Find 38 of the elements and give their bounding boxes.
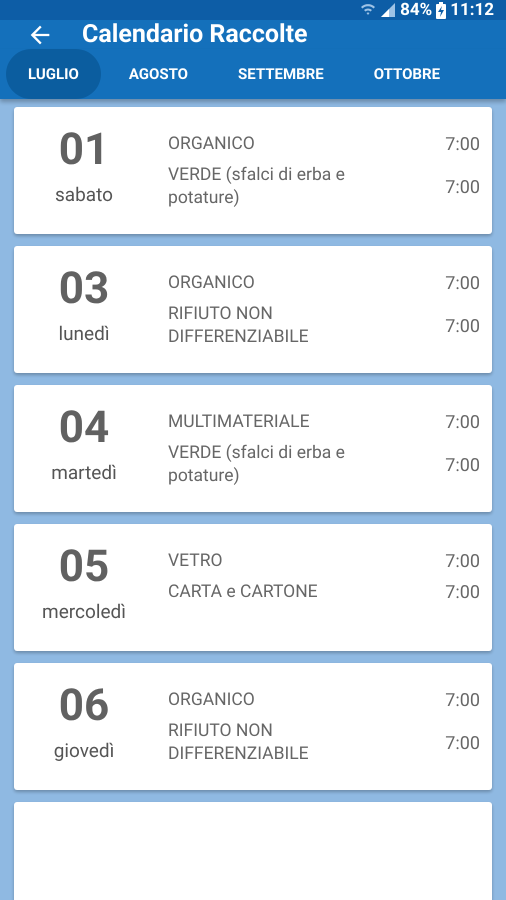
waste-type: CARTA e CARTONE: [168, 581, 319, 604]
signal-icon: [380, 2, 396, 18]
collection-time: 7:00: [445, 732, 480, 754]
collection-time: 7:00: [445, 134, 480, 155]
collection-time: 7:00: [445, 412, 480, 433]
waste-type: ORGANICO: [168, 133, 256, 156]
waste-type: RIFIUTO NON DIFFERENZIABILE: [168, 303, 310, 349]
weekday-label: sabato: [54, 183, 113, 206]
collection-time: 7:00: [445, 454, 480, 476]
waste-type: ORGANICO: [168, 272, 256, 295]
weekday-label: giovedì: [54, 739, 114, 762]
waste-type: VERDE (sfalci di erba e potature): [168, 164, 346, 210]
waste-type: RIFIUTO NON DIFFERENZIABILE: [168, 720, 310, 766]
screen-title: Calendario Raccolte: [82, 20, 308, 49]
collection-time: 7:00: [445, 176, 480, 198]
day-number: 01: [58, 127, 110, 171]
weekday-label: lunedì: [58, 322, 110, 345]
month-tab[interactable]: OTTOBRE: [352, 49, 462, 99]
month-tab[interactable]: LUGLIO: [6, 49, 101, 99]
day-number: 03: [58, 266, 110, 310]
day-number: 05: [58, 544, 110, 588]
waste-type: ORGANICO: [168, 689, 256, 712]
waste-type: VETRO: [168, 550, 224, 573]
weekday-label: mercoledì: [42, 600, 126, 623]
month-tab[interactable]: AGOSTO: [106, 49, 210, 99]
clock-time: 11:12: [450, 0, 494, 20]
collection-time: 7:00: [445, 582, 480, 603]
collection-time: 7:00: [445, 551, 480, 572]
collection-time: 7:00: [445, 273, 480, 294]
day-number: 04: [58, 405, 110, 449]
battery-percentage: 84%: [400, 0, 432, 20]
month-tab[interactable]: SETTEMBRE: [216, 49, 346, 99]
weekday-label: martedì: [51, 461, 117, 484]
waste-type: MULTIMATERIALE: [168, 411, 311, 434]
day-number: 06: [58, 683, 110, 727]
collection-time: 7:00: [445, 316, 480, 336]
waste-type: VERDE (sfalci di erba e potature): [168, 442, 346, 488]
collection-time: 7:00: [445, 690, 480, 711]
